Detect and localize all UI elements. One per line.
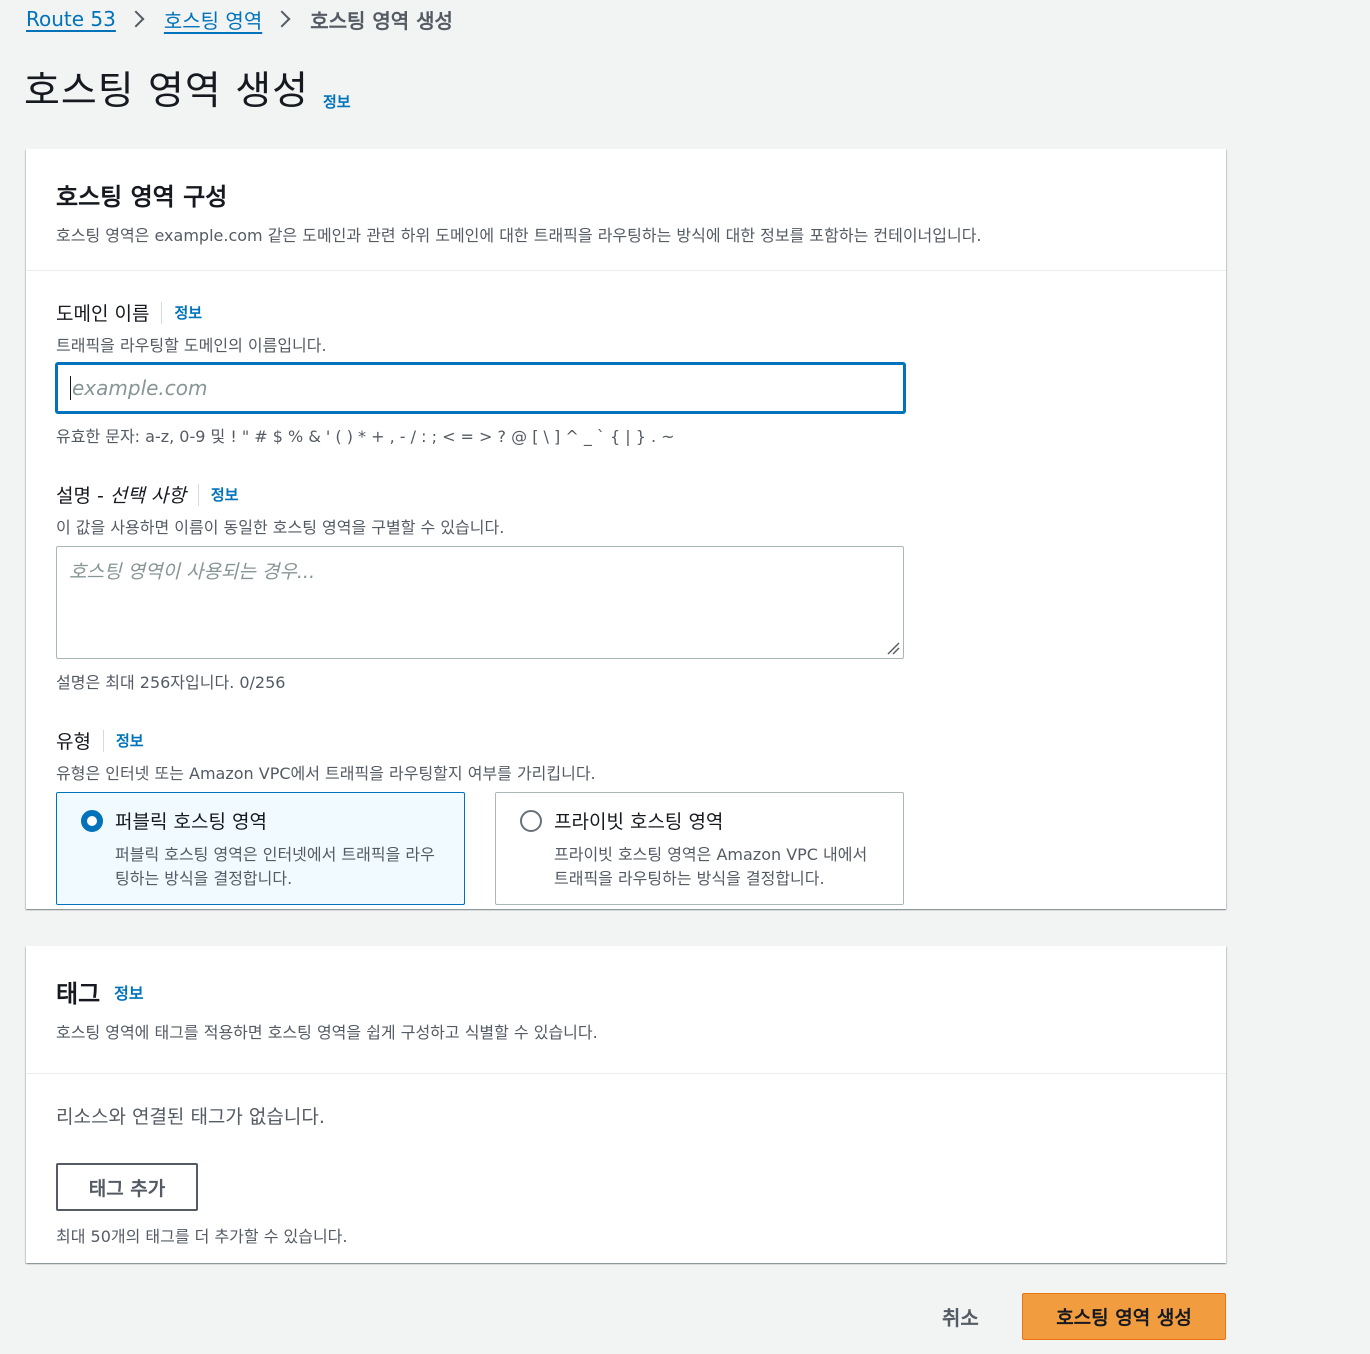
panel-header: 태그 정보 호스팅 영역에 태그를 적용하면 호스팅 영역을 쉽게 구성하고 식… [26, 946, 1226, 1074]
tag-limit-text: 최대 50개의 태그를 더 추가할 수 있습니다. [56, 1227, 348, 1246]
panel-body: 도메인 이름 정보 트래픽을 라우팅할 도메인의 이름입니다. example.… [26, 271, 1226, 905]
breadcrumb: Route 53 호스팅 영역 호스팅 영역 생성 [26, 4, 453, 34]
create-hosted-zone-button[interactable]: 호스팅 영역 생성 [1022, 1293, 1226, 1340]
breadcrumb-route53-link[interactable]: Route 53 [26, 7, 116, 31]
tile-public-hosted-zone[interactable]: 퍼블릭 호스팅 영역 퍼블릭 호스팅 영역은 인터넷에서 트래픽을 라우팅하는 … [56, 792, 465, 905]
type-info-link[interactable]: 정보 [116, 730, 144, 751]
domain-name-info-link[interactable]: 정보 [174, 302, 202, 323]
tile-label: 프라이빗 호스팅 영역 [554, 811, 724, 833]
tile-head: 퍼블릭 호스팅 영역 [81, 807, 444, 834]
domain-name-constraint: 유효한 문자: a-z, 0-9 및 ! " # $ % & ' ( ) * +… [56, 427, 675, 446]
domain-name-description: 트래픽을 라우팅할 도메인의 이름입니다. [56, 336, 327, 355]
comment-placeholder: 호스팅 영역이 사용되는 경우... [69, 561, 315, 583]
tile-description: 퍼블릭 호스팅 영역은 인터넷에서 트래픽을 라우팅하는 방식을 결정합니다. [115, 845, 435, 888]
domain-name-label: 도메인 이름 정보 [56, 299, 1196, 326]
text-caret [70, 376, 71, 400]
optional-text: 선택 사항 [109, 485, 186, 507]
comment-textarea[interactable]: 호스팅 영역이 사용되는 경우... [56, 546, 904, 659]
tags-info-link[interactable]: 정보 [114, 980, 143, 1004]
label-divider [197, 483, 199, 506]
domain-name-input[interactable]: example.com [56, 363, 905, 413]
comment-info-link[interactable]: 정보 [211, 484, 239, 505]
breadcrumb-hosted-zones-link[interactable]: 호스팅 영역 [164, 5, 262, 34]
type-tiles: 퍼블릭 호스팅 영역 퍼블릭 호스팅 영역은 인터넷에서 트래픽을 라우팅하는 … [56, 792, 1196, 905]
comment-label-text: 설명 - [56, 485, 104, 507]
panel-description: 호스팅 영역은 example.com 같은 도메인과 관련 하위 도메인에 대… [56, 226, 982, 245]
panel-header: 호스팅 영역 구성 호스팅 영역은 example.com 같은 도메인과 관련… [26, 149, 1226, 271]
panel-description: 호스팅 영역에 태그를 적용하면 호스팅 영역을 쉽게 구성하고 식별할 수 있… [56, 1023, 598, 1042]
panel-title: 호스팅 영역 구성 [56, 183, 228, 211]
tile-description: 프라이빗 호스팅 영역은 Amazon VPC 내에서 트래픽을 라우팅하는 방… [554, 845, 868, 888]
tile-head: 프라이빗 호스팅 영역 [520, 807, 883, 834]
radio-unselected-icon[interactable] [520, 809, 542, 832]
type-label-text: 유형 [56, 731, 91, 753]
page-info-link[interactable]: 정보 [323, 91, 351, 112]
domain-name-placeholder: example.com [72, 376, 208, 400]
type-label: 유형 정보 [56, 727, 1196, 754]
label-divider [161, 301, 163, 324]
add-tag-button[interactable]: 태그 추가 [56, 1163, 198, 1211]
no-tags-text: 리소스와 연결된 태그가 없습니다. [56, 1106, 325, 1128]
breadcrumb-current: 호스팅 영역 생성 [310, 8, 453, 33]
panel-body: 리소스와 연결된 태그가 없습니다. 태그 추가 최대 50개의 태그를 더 추… [26, 1074, 1226, 1247]
tags-title-text: 태그 [56, 980, 101, 1008]
cancel-button[interactable]: 취소 [942, 1302, 979, 1331]
radio-selected-icon[interactable] [81, 809, 103, 832]
tile-label: 퍼블릭 호스팅 영역 [115, 811, 267, 833]
label-divider [102, 729, 104, 752]
page-header: 호스팅 영역 생성 정보 [24, 66, 351, 118]
domain-name-label-text: 도메인 이름 [56, 303, 150, 325]
tags-panel: 태그 정보 호스팅 영역에 태그를 적용하면 호스팅 영역을 쉽게 구성하고 식… [26, 946, 1226, 1263]
comment-constraint: 설명은 최대 256자입니다. 0/256 [56, 673, 286, 692]
chevron-right-icon [273, 10, 291, 28]
tile-private-hosted-zone[interactable]: 프라이빗 호스팅 영역 프라이빗 호스팅 영역은 Amazon VPC 내에서 … [495, 792, 904, 905]
page-title: 호스팅 영역 생성 [24, 69, 309, 114]
type-description: 유형은 인터넷 또는 Amazon VPC에서 트래픽을 라우팅할지 여부를 가… [56, 764, 596, 783]
panel-title: 태그 정보 [56, 974, 1196, 1009]
resize-handle-icon[interactable] [886, 641, 900, 655]
hosted-zone-config-panel: 호스팅 영역 구성 호스팅 영역은 example.com 같은 도메인과 관련… [26, 149, 1226, 909]
chevron-right-icon [127, 10, 145, 28]
comment-description: 이 값을 사용하면 이름이 동일한 호스팅 영역을 구별할 수 있습니다. [56, 518, 505, 537]
comment-label: 설명 - 선택 사항 정보 [56, 481, 1196, 508]
